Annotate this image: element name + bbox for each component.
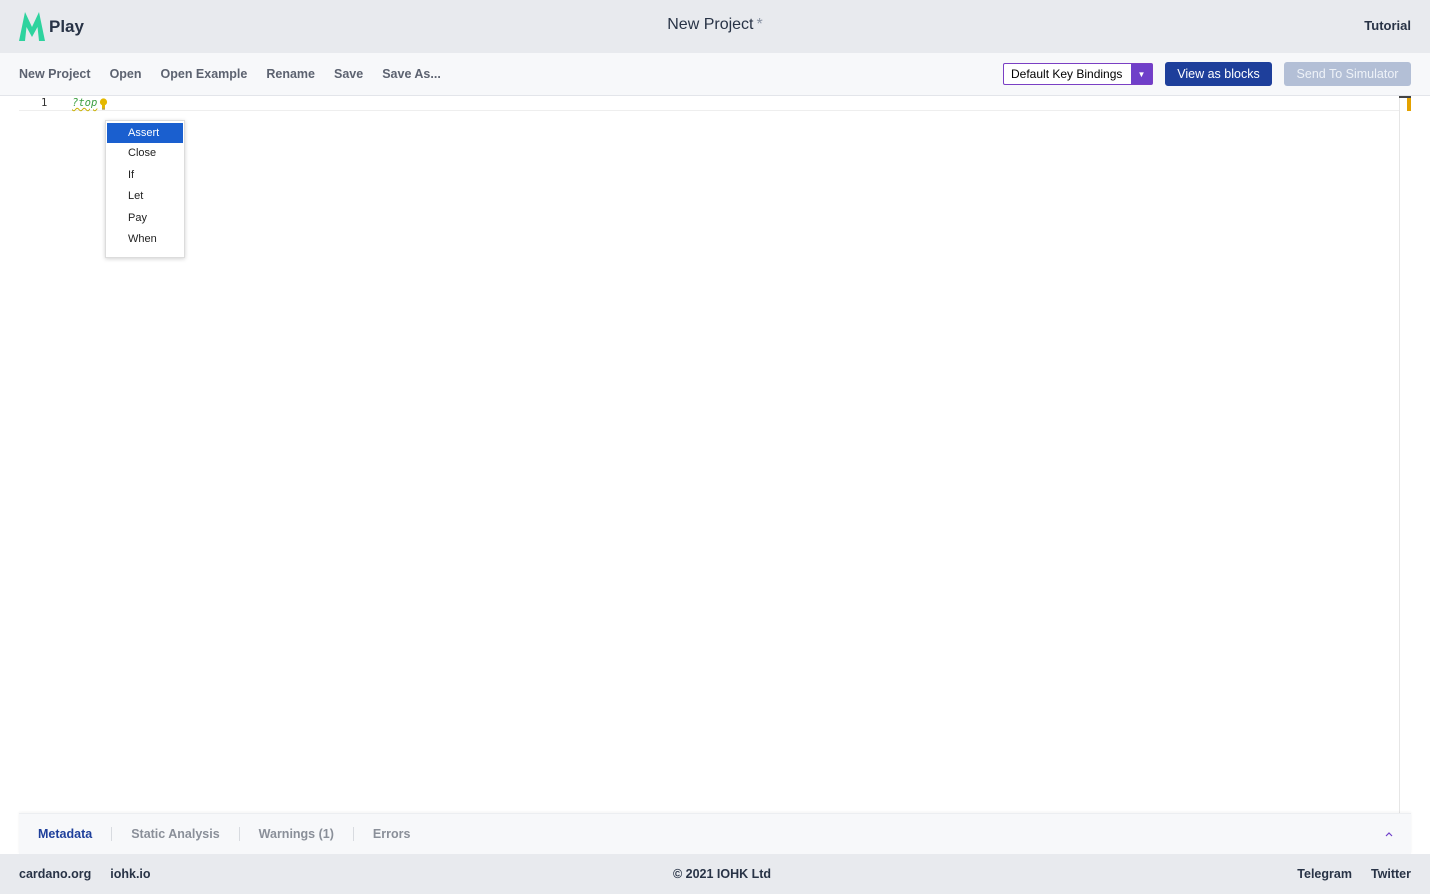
code-hole[interactable]: ?top bbox=[72, 97, 97, 109]
telegram-link[interactable]: Telegram bbox=[1297, 867, 1352, 881]
tab-warnings[interactable]: Warnings (1) bbox=[238, 827, 353, 841]
tab-errors[interactable]: Errors bbox=[352, 827, 430, 841]
warning-marker[interactable] bbox=[1407, 98, 1411, 111]
editor-overview-ruler[interactable] bbox=[1399, 96, 1411, 813]
suggestion-pay[interactable]: Pay bbox=[106, 208, 184, 230]
project-menu: New Project Open Open Example Rename Sav… bbox=[19, 67, 460, 81]
tab-list: Metadata Static Analysis Warnings (1) Er… bbox=[19, 827, 429, 841]
footer-right-links: Telegram Twitter bbox=[1278, 867, 1411, 881]
key-bindings-select[interactable]: Default Key Bindings ▼ bbox=[1003, 63, 1153, 85]
key-bindings-value: Default Key Bindings bbox=[1011, 67, 1123, 81]
open-example-button[interactable]: Open Example bbox=[161, 67, 248, 81]
new-project-button[interactable]: New Project bbox=[19, 67, 91, 81]
chevron-down-icon[interactable]: ▼ bbox=[1131, 64, 1152, 84]
suggestion-assert[interactable]: Assert bbox=[107, 123, 183, 143]
send-to-simulator-button[interactable]: Send To Simulator bbox=[1284, 62, 1411, 86]
bottom-panel-tabs: Metadata Static Analysis Warnings (1) Er… bbox=[19, 813, 1411, 854]
toolbar: New Project Open Open Example Rename Sav… bbox=[0, 53, 1430, 96]
save-as-button[interactable]: Save As... bbox=[382, 67, 441, 81]
current-line-highlight bbox=[19, 96, 1399, 111]
app-header: Play New Project * Tutorial bbox=[0, 0, 1430, 53]
project-title: New Project * bbox=[0, 16, 1430, 34]
view-as-blocks-button[interactable]: View as blocks bbox=[1165, 62, 1272, 86]
suggestion-close[interactable]: Close bbox=[106, 143, 184, 165]
tab-metadata[interactable]: Metadata bbox=[19, 827, 111, 841]
code-editor[interactable]: 1 ?top Assert Close If Let Pay When bbox=[19, 96, 1411, 813]
lightbulb-icon[interactable] bbox=[99, 97, 108, 115]
suggestion-when[interactable]: When bbox=[106, 229, 184, 251]
suggestion-if[interactable]: If bbox=[106, 165, 184, 187]
unsaved-marker: * bbox=[756, 16, 763, 33]
chevron-up-icon[interactable] bbox=[1383, 827, 1395, 839]
tab-static-analysis[interactable]: Static Analysis bbox=[111, 827, 238, 841]
save-button[interactable]: Save bbox=[334, 67, 363, 81]
copyright: © 2021 IOHK Ltd bbox=[672, 867, 772, 881]
open-button[interactable]: Open bbox=[110, 67, 142, 81]
app-footer: cardano.org iohk.io © 2021 IOHK Ltd Tele… bbox=[0, 854, 1430, 894]
suggestion-let[interactable]: Let bbox=[106, 186, 184, 208]
tutorial-link[interactable]: Tutorial bbox=[1364, 18, 1411, 33]
line-number: 1 bbox=[41, 97, 48, 109]
twitter-link[interactable]: Twitter bbox=[1371, 867, 1411, 881]
rename-button[interactable]: Rename bbox=[266, 67, 315, 81]
project-name: New Project bbox=[667, 16, 754, 33]
autocomplete-dropdown: Assert Close If Let Pay When bbox=[105, 120, 185, 258]
